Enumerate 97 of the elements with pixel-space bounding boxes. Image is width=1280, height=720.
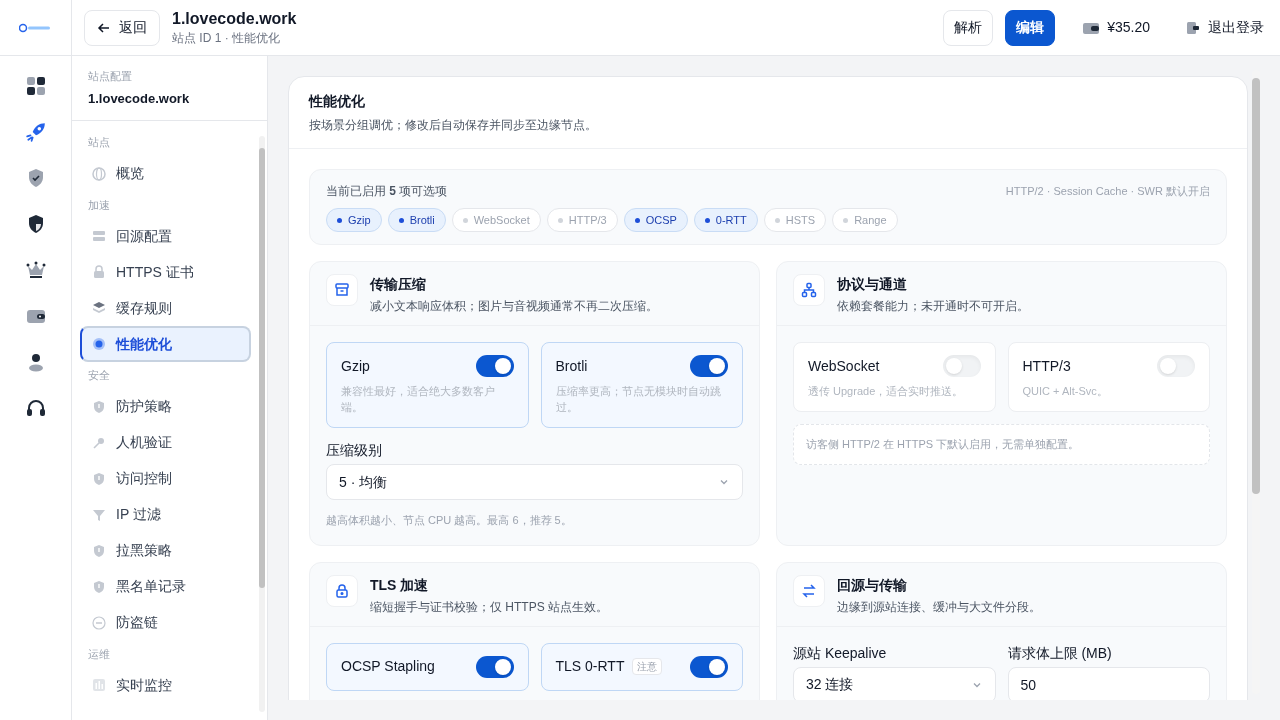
status-chip: Gzip — [326, 208, 382, 232]
section-title: TLS 加速 — [370, 575, 430, 595]
rail-item[interactable] — [25, 260, 46, 280]
group-label: 运维 — [87, 646, 111, 662]
sidebar-item[interactable]: 访问控制 — [80, 460, 251, 497]
group-label: 站点 — [87, 135, 111, 150]
sidebar-item[interactable]: 回源配置 — [80, 218, 251, 254]
select-field[interactable]: 5 · 均衡 — [326, 464, 743, 500]
sidebar-item[interactable]: IP 过滤 — [80, 496, 251, 533]
archive-icon — [334, 282, 350, 298]
toggle-switch[interactable] — [475, 655, 514, 678]
lock-icon — [334, 582, 350, 599]
option-description: 透传 Upgrade，适合实时推送。 — [808, 384, 965, 399]
crown-icon — [25, 260, 46, 280]
grid-icon — [25, 76, 46, 96]
toolbar-button[interactable]: 解析 — [943, 9, 994, 46]
status-chip: HTTP/3 — [546, 208, 618, 232]
option-description: 压缩率更高；节点无模块时自动跳过。 — [555, 384, 722, 415]
section-description: 缩短握手与证书校验；仅 HTTPS 站点生效。 — [370, 598, 608, 616]
sidebar-item[interactable]: 概览 — [80, 155, 251, 192]
sidebar-item[interactable]: 防护策略 — [80, 388, 251, 425]
toggle-switch[interactable] — [475, 355, 514, 377]
chart-icon — [92, 678, 106, 692]
toggle-switch[interactable] — [690, 655, 728, 678]
breadcrumb: 站点 ID 1 · 性能优化 — [172, 29, 281, 47]
back-button[interactable]: 返回 — [84, 9, 160, 46]
option-label: WebSocket — [808, 356, 880, 376]
group-label: 加速 — [87, 197, 111, 213]
wallet-icon — [1083, 20, 1100, 35]
shield-icon — [92, 543, 106, 558]
status-chip: Range — [832, 208, 898, 232]
sidebar-item[interactable]: 实时监控 — [80, 667, 251, 703]
network-icon — [801, 282, 817, 298]
section-title: 协议与通道 — [837, 275, 908, 294]
status-chip: WebSocket — [451, 208, 541, 232]
sidebar-site: 1.lovecode.work — [88, 89, 191, 108]
status-chip: OCSP — [623, 208, 688, 232]
filter-icon — [92, 507, 106, 522]
warning-badge: 注意 — [632, 658, 663, 675]
toggle-switch[interactable] — [942, 355, 981, 377]
shield-icon — [92, 399, 106, 414]
page-description: 按场景分组调优；修改后自动保存并同步至边缘节点。 — [309, 117, 598, 134]
lock-icon — [92, 265, 106, 279]
field-label: 源站 Keepalive — [793, 643, 888, 663]
option-label: HTTP/3 — [1022, 356, 1071, 376]
sidebar-item[interactable]: 性能优化 — [80, 326, 251, 362]
logout-icon — [1186, 20, 1200, 35]
rocket-icon — [24, 121, 47, 143]
layers-icon — [92, 301, 106, 315]
summary-note: HTTP/2 · Session Cache · SWR 默认开启 — [1005, 183, 1210, 199]
rail-item[interactable] — [25, 398, 46, 418]
toolbar-button[interactable]: 编辑 — [1005, 9, 1056, 46]
status-chip: HSTS — [763, 208, 827, 232]
sidebar-item[interactable]: 缓存规则 — [80, 290, 251, 326]
key-icon — [92, 435, 106, 450]
section-description: 依赖套餐能力；未开通时不可开启。 — [837, 298, 1029, 315]
input-field[interactable]: 50 — [1007, 666, 1210, 700]
section-description: 边缘到源站连接、缓冲与大文件分段。 — [837, 598, 1041, 616]
sidebar-label: 站点配置 — [88, 69, 133, 84]
toggle-switch[interactable] — [1157, 355, 1195, 377]
rail-item[interactable] — [25, 76, 46, 96]
status-chip: Brotli — [387, 208, 446, 232]
headset-icon — [25, 398, 46, 418]
swap-icon — [801, 582, 817, 599]
option-description: QUIC + Alt-Svc。 — [1022, 384, 1109, 399]
toggle-switch[interactable] — [690, 355, 728, 377]
shield-icon — [92, 579, 106, 594]
hint-text: 越高体积越小、节点 CPU 越高。最高 6，推荐 5。 — [326, 513, 573, 528]
section-title: 传输压缩 — [370, 275, 427, 294]
sidebar-item[interactable]: 人机验证 — [80, 424, 251, 461]
sidebar-item[interactable]: HTTPS 证书 — [80, 254, 251, 290]
summary-text: 当前已启用 5 项可选项 — [326, 183, 448, 200]
field-label: 压缩级别 — [326, 441, 383, 460]
balance-text: ¥35.20 — [1107, 18, 1150, 37]
logo-icon — [18, 22, 53, 33]
info-note: 访客侧 HTTP/2 在 HTTPS 下默认启用，无需单独配置。 — [793, 424, 1210, 465]
arrow-left-icon — [97, 20, 111, 35]
status-chip: 0-RTT — [693, 208, 758, 232]
field-label: 请求体上限 (MB) — [1007, 643, 1113, 663]
section-title: 回源与传输 — [837, 575, 908, 595]
logout-button[interactable]: 退出登录 — [1186, 17, 1264, 38]
site-title: 1.lovecode.work — [172, 8, 297, 29]
option-label: Gzip — [341, 356, 370, 376]
option-label: OCSP Stapling — [341, 657, 435, 676]
gauge-icon — [92, 337, 106, 351]
group-label: 安全 — [87, 368, 111, 383]
server-icon — [92, 229, 106, 243]
section-description: 减小文本响应体积；图片与音视频通常不再二次压缩。 — [370, 298, 658, 315]
shield-icon — [92, 471, 106, 486]
sidebar-item[interactable]: 防盗链 — [80, 604, 251, 641]
globe-icon — [92, 166, 106, 181]
option-label: TLS 0-RTT — [555, 657, 625, 676]
option-label: Brotli — [555, 356, 588, 376]
select-field[interactable]: 32 连接 — [793, 666, 996, 700]
sidebar-item[interactable]: 拉黑策略 — [80, 532, 251, 569]
page-title: 性能优化 — [309, 92, 366, 111]
sidebar-item[interactable]: 黑名单记录 — [80, 568, 251, 605]
